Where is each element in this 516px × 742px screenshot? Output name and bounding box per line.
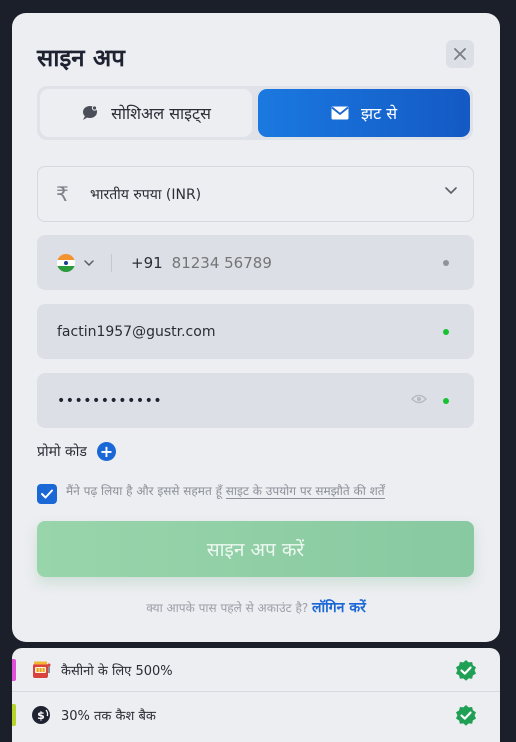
tab-quick-signup[interactable]: झट से <box>258 89 470 137</box>
verified-badge-icon <box>456 705 476 726</box>
tab-social-label: सोशिअल साइट्स <box>111 104 211 123</box>
slot-machine-icon <box>31 660 51 680</box>
cashback-coin-icon: $ <box>31 705 51 725</box>
eye-icon[interactable] <box>411 393 427 405</box>
login-link[interactable]: लॉगिन करें <box>312 600 366 616</box>
login-prompt-text: क्या आपके पास पहले से अकाउंट है? <box>146 601 309 615</box>
signup-modal: साइन अप सोशिअल साइट्स झट से ₹ भारतीय रुप… <box>12 13 500 642</box>
india-flag-icon[interactable] <box>57 253 75 272</box>
signup-method-tabs: सोशिअल साइट्स झट से <box>37 86 473 140</box>
checkmark-icon <box>41 489 53 499</box>
verified-badge-icon <box>456 660 476 681</box>
promo-label: प्रोमो कोड <box>37 444 87 460</box>
bonus-list: कैसीनो के लिए 500% $ 30% तक कैश बैक <box>12 648 500 742</box>
modal-title: साइन अप <box>37 44 125 72</box>
rupee-icon: ₹ <box>56 182 69 206</box>
phone-field: +91 <box>37 235 474 290</box>
agreement: मैंने पढ़ लिया है और इससे सहमत हूँ साइट … <box>37 482 385 504</box>
phone-status-dot <box>443 260 449 266</box>
password-valid-dot <box>443 398 449 404</box>
password-value: •••••••••••• <box>57 392 163 409</box>
currency-label: भारतीय रुपया (INR) <box>90 186 202 203</box>
bonus-label: कैसीनो के लिए 500% <box>61 663 173 679</box>
close-button[interactable] <box>446 40 474 68</box>
country-code: +91 <box>131 253 163 272</box>
chat-bubble-icon <box>83 105 98 120</box>
divider <box>111 253 112 272</box>
add-promo-button[interactable]: + <box>96 442 116 461</box>
promo-code: प्रोमो कोड + <box>37 442 116 461</box>
envelope-icon <box>331 106 349 120</box>
email-valid-dot <box>443 329 449 335</box>
signup-button[interactable]: साइन अप करें <box>37 521 474 577</box>
close-icon <box>454 48 466 60</box>
email-value: factin1957@gustr.com <box>57 323 216 340</box>
svg-text:$: $ <box>37 709 45 722</box>
phone-input[interactable] <box>171 253 392 272</box>
agreement-text: मैंने पढ़ लिया है और इससे सहमत हूँ साइट … <box>66 482 385 499</box>
bonus-item-cashback[interactable]: $ 30% तक कैश बैक <box>12 693 500 737</box>
tab-quick-label: झट से <box>360 104 398 123</box>
country-chevron-icon[interactable] <box>84 259 94 266</box>
login-prompt: क्या आपके पास पहले से अकाउंट है? लॉगिन क… <box>12 598 500 617</box>
password-field[interactable]: •••••••••••• <box>37 373 474 428</box>
bonus-accent-bar <box>12 659 16 681</box>
tab-social-sites[interactable]: सोशिअल साइट्स <box>40 89 252 137</box>
email-field[interactable]: factin1957@gustr.com <box>37 304 474 359</box>
bonus-accent-bar <box>12 704 16 726</box>
bonus-item-casino[interactable]: कैसीनो के लिए 500% <box>12 648 500 692</box>
agreement-prefix: मैंने पढ़ लिया है और इससे सहमत हूँ <box>66 484 222 498</box>
chevron-down-icon <box>445 187 457 195</box>
terms-link[interactable]: साइट के उपयोग पर समझौते की शर्तें <box>225 484 385 499</box>
currency-select[interactable]: ₹ भारतीय रुपया (INR) <box>37 166 474 222</box>
agreement-checkbox[interactable] <box>37 484 57 504</box>
bonus-label: 30% तक कैश बैक <box>61 709 156 724</box>
